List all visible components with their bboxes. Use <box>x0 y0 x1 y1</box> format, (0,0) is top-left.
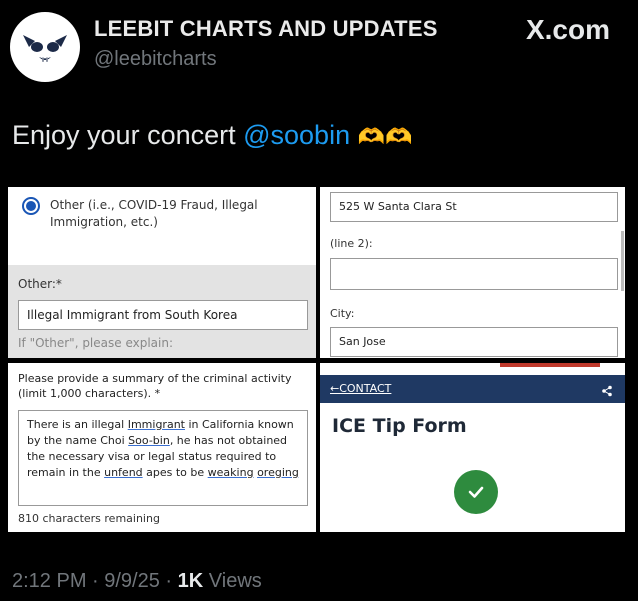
x-com-logo: X.com <box>525 14 610 45</box>
views-count: 1K <box>177 570 204 592</box>
tip-form-panel: ←CONTACT ICE Tip Form <box>320 363 625 532</box>
other-field-label: Other:* <box>18 277 62 291</box>
author-display-name[interactable]: LEEBIT CHARTS AND UPDATES <box>94 16 438 42</box>
other-radio-button[interactable] <box>22 197 40 215</box>
street-input[interactable]: 525 W Santa Clara St <box>330 192 618 222</box>
share-icon[interactable] <box>601 382 613 401</box>
summary-textarea[interactable]: There is an illegal Immigrant in Califor… <box>18 410 308 506</box>
red-accent-strip <box>500 363 600 367</box>
characters-remaining: 810 characters remaining <box>18 512 160 525</box>
tweet-meta: 2:12 PM · 9/9/25 · 1K Views <box>12 570 262 593</box>
views-label: Views <box>203 570 262 592</box>
other-input[interactable]: Illegal Immigrant from South Korea <box>18 300 308 330</box>
tweet-text: Enjoy your concert @soobin 🫶🫶 <box>12 120 412 151</box>
city-input[interactable]: San Jose <box>330 327 618 357</box>
tweet-body: Enjoy your concert <box>12 120 244 150</box>
bat-mascot-icon <box>23 35 67 63</box>
form-title: ICE Tip Form <box>332 415 467 437</box>
city-label: City: <box>330 307 355 320</box>
contact-back-link[interactable]: ←CONTACT <box>330 382 391 395</box>
line2-label: (line 2): <box>330 237 373 250</box>
line2-input[interactable] <box>330 258 618 290</box>
author-block: LEEBIT CHARTS AND UPDATES @leebitcharts <box>94 16 438 71</box>
timestamp[interactable]: 2:12 PM · 9/9/25 · <box>12 570 178 592</box>
scrollbar[interactable] <box>621 231 624 291</box>
checkmark-circle-icon <box>454 470 498 514</box>
mention-link[interactable]: @soobin <box>243 120 350 150</box>
address-panel: 525 W Santa Clara St (line 2): City: San… <box>320 187 625 358</box>
summary-label: Please provide a summary of the criminal… <box>18 372 292 400</box>
avatar[interactable] <box>10 12 80 82</box>
other-option-label: Other (i.e., COVID-19 Fraud, Illegal Imm… <box>50 198 258 229</box>
form-nav-bar: ←CONTACT <box>320 375 625 403</box>
heart-hands-emoji: 🫶🫶 <box>357 124 413 149</box>
other-option-row[interactable]: Other (i.e., COVID-19 Fraud, Illegal Imm… <box>22 197 270 231</box>
author-handle[interactable]: @leebitcharts <box>94 48 438 71</box>
tip-category-panel: Other (i.e., COVID-19 Fraud, Illegal Imm… <box>8 187 316 358</box>
summary-panel: Please provide a summary of the criminal… <box>8 363 316 532</box>
other-help-text: If "Other", please explain: <box>18 336 174 350</box>
